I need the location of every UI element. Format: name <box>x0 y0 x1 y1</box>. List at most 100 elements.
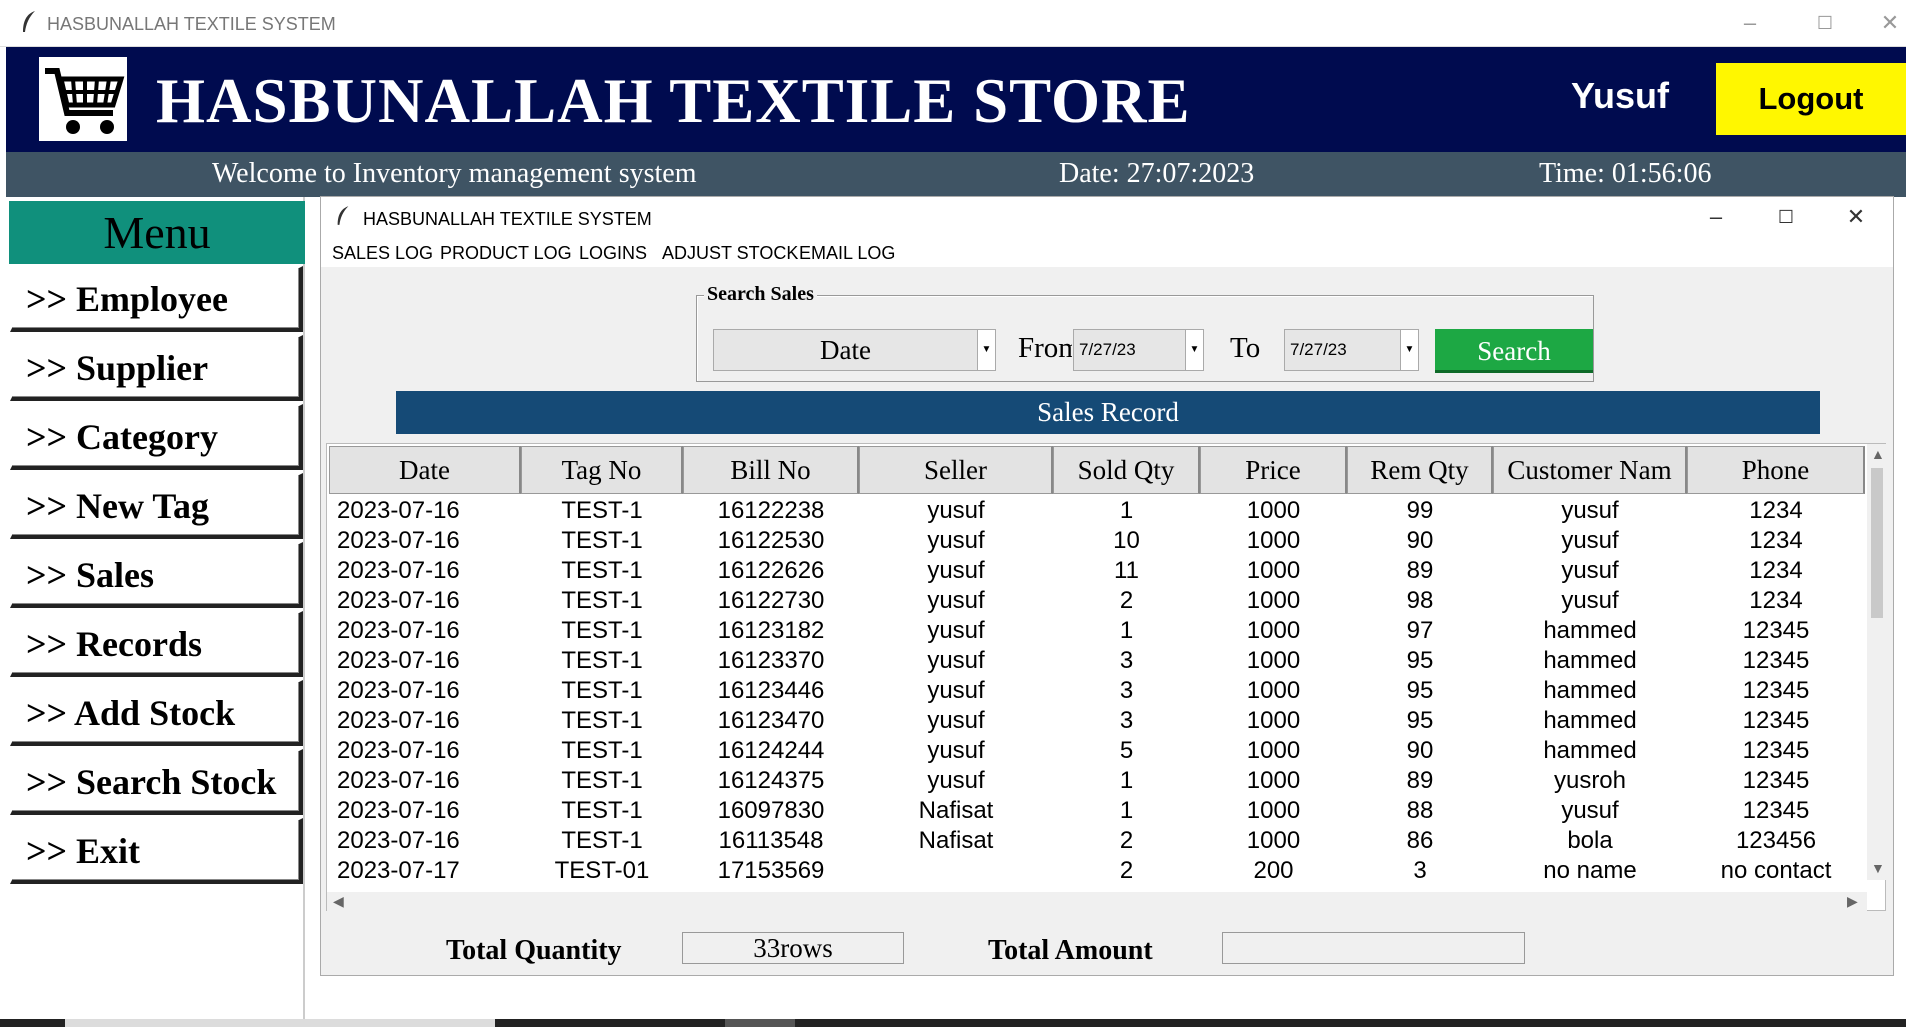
sidebar-item-add-stock[interactable]: >> Add Stock <box>10 680 303 746</box>
table-cell: TEST-1 <box>561 767 643 794</box>
taskbar-item[interactable] <box>65 1019 495 1027</box>
logout-button[interactable]: Logout <box>1716 63 1906 135</box>
table-cell: TEST-1 <box>561 527 643 554</box>
table-cell: 5 <box>1119 737 1134 764</box>
maximize-icon[interactable]: ☐ <box>1771 202 1801 232</box>
table-row[interactable]: 2023-07-16 TEST-1 16123182 yusuf 1 1000 97 hamm… <box>329 616 1865 646</box>
sidebar-item-exit[interactable]: >> Exit <box>10 818 303 884</box>
table-row[interactable]: 2023-07-16 TEST-1 16122626 yusuf 11 1000 89 yus… <box>329 556 1865 586</box>
table-row[interactable]: 2023-07-16 TEST-1 16124244 yusuf 5 1000 90 hamm… <box>329 736 1865 766</box>
table-cell: TEST-1 <box>561 497 643 524</box>
menu-sales-log[interactable]: SALES LOG <box>332 243 433 264</box>
sidebar-item-category[interactable]: >> Category <box>10 404 303 470</box>
table-cell: TEST-1 <box>561 737 643 764</box>
close-icon[interactable]: ✕ <box>1841 202 1871 232</box>
table-cell: hammed <box>1543 677 1637 704</box>
table-cell: yusuf <box>1561 497 1619 524</box>
sidebar-item-employee[interactable]: >> Employee <box>10 266 303 332</box>
table-cell: 200 <box>1253 857 1294 884</box>
sidebar-item-new-tag[interactable]: >> New Tag <box>10 473 303 539</box>
col-header-sold-qty[interactable]: Sold Qty <box>1053 446 1200 494</box>
table-cell: TEST-1 <box>561 587 643 614</box>
chevron-down-icon[interactable]: ▼ <box>977 330 995 370</box>
col-header-bill-no[interactable]: Bill No <box>683 446 859 494</box>
table-cell: 98 <box>1406 587 1434 614</box>
table-row[interactable]: 2023-07-16 TEST-1 16097830 Nafisat 1 1000 88 yu… <box>329 796 1865 826</box>
search-button[interactable]: Search <box>1435 329 1593 373</box>
menu-product-log[interactable]: PRODUCT LOG <box>440 243 572 264</box>
sidebar-item-sales[interactable]: >> Sales <box>10 542 303 608</box>
welcome-text: Welcome to Inventory management system <box>212 158 697 189</box>
from-date-picker[interactable]: 7/27/23 ▼ <box>1073 329 1204 371</box>
sidebar-item-search-stock[interactable]: >> Search Stock <box>10 749 303 815</box>
table-row[interactable]: 2023-07-16 TEST-1 16113548 Nafisat 2 1000 86 bo… <box>329 826 1865 856</box>
table-cell: hammed <box>1543 647 1637 674</box>
search-field-select[interactable]: Date ▼ <box>713 329 996 371</box>
table-row[interactable]: 2023-07-16 TEST-1 16123446 yusuf 3 1000 95 hamm… <box>329 676 1865 706</box>
col-header-customer-name[interactable]: Customer Nam <box>1493 446 1687 494</box>
table-cell: yusuf <box>927 737 985 764</box>
minimize-icon[interactable]: – <box>1735 8 1765 38</box>
col-header-rem-qty[interactable]: Rem Qty <box>1347 446 1493 494</box>
close-icon[interactable]: ✕ <box>1875 8 1905 38</box>
table-row[interactable]: 2023-07-16 TEST-1 16123370 yusuf 3 1000 95 hamm… <box>329 646 1865 676</box>
sales-log-window: HASBUNALLAH TEXTILE SYSTEM – ☐ ✕ SALES L… <box>320 196 1894 976</box>
table-cell: 10 <box>1113 527 1140 554</box>
menu-adjust-stock[interactable]: ADJUST STOCK <box>662 243 798 264</box>
vertical-scrollbar[interactable]: ▲ ▼ <box>1867 444 1887 880</box>
menu-bar: SALES LOG PRODUCT LOG LOGINS ADJUST STOC… <box>321 237 1893 267</box>
minimize-icon[interactable]: – <box>1701 202 1731 232</box>
time-text: Time: 01:56:06 <box>1539 158 1712 189</box>
table-cell: 2023-07-16 <box>337 557 460 584</box>
col-header-tag-no[interactable]: Tag No <box>521 446 683 494</box>
scroll-right-icon[interactable]: ▶ <box>1847 893 1858 910</box>
scroll-down-icon[interactable]: ▼ <box>1871 860 1885 876</box>
table-cell: 1000 <box>1246 707 1301 734</box>
taskbar-item[interactable] <box>725 1019 795 1027</box>
table-cell: TEST-01 <box>554 857 650 884</box>
scroll-up-icon[interactable]: ▲ <box>1871 446 1885 462</box>
col-header-phone[interactable]: Phone <box>1687 446 1865 494</box>
table-cell: TEST-1 <box>561 797 643 824</box>
table-cell: 1000 <box>1246 827 1301 854</box>
table-cell: 16123182 <box>717 617 825 644</box>
child-window-title: HASBUNALLAH TEXTILE SYSTEM <box>363 209 652 229</box>
table-cell: 16124244 <box>717 737 825 764</box>
table-cell: 3 <box>1119 647 1134 674</box>
chevron-down-icon[interactable]: ▼ <box>1400 330 1418 370</box>
table-cell: yusuf <box>927 767 985 794</box>
table-row[interactable]: 2023-07-16 TEST-1 16122730 yusuf 2 1000 98 yusu… <box>329 586 1865 616</box>
sidebar-item-records[interactable]: >> Records <box>10 611 303 677</box>
col-header-price[interactable]: Price <box>1200 446 1347 494</box>
table-row[interactable]: 2023-07-16 TEST-1 16122530 yusuf 10 1000 90 yus… <box>329 526 1865 556</box>
table-row[interactable]: 2023-07-16 TEST-1 16122238 yusuf 1 1000 99 yusu… <box>329 496 1865 526</box>
table-cell: 2023-07-16 <box>337 587 460 614</box>
table-cell: 1000 <box>1246 617 1301 644</box>
table-cell: 1 <box>1119 497 1134 524</box>
window-title: HASBUNALLAH TEXTILE SYSTEM <box>47 14 336 34</box>
cart-icon <box>39 57 127 141</box>
table-row[interactable]: 2023-07-16 TEST-1 16124375 yusuf 1 1000 89 yusr… <box>329 766 1865 796</box>
table-cell: 1000 <box>1246 767 1301 794</box>
to-date-picker[interactable]: 7/27/23 ▼ <box>1284 329 1419 371</box>
col-header-date[interactable]: Date <box>329 446 521 494</box>
table-cell: 1234 <box>1749 497 1803 524</box>
table-cell: 17153569 <box>717 857 825 884</box>
maximize-icon[interactable]: ☐ <box>1810 8 1840 38</box>
table-cell: 95 <box>1406 707 1434 734</box>
table-cell: 11 <box>1114 557 1139 584</box>
table-row[interactable]: 2023-07-17 TEST-01 17153569 2 200 3 no name no … <box>329 856 1865 886</box>
table-cell: hammed <box>1543 707 1637 734</box>
chevron-down-icon[interactable]: ▼ <box>1185 330 1203 370</box>
table-cell: 90 <box>1406 527 1434 554</box>
col-header-seller[interactable]: Seller <box>859 446 1053 494</box>
table-cell: 3 <box>1119 677 1134 704</box>
table-row[interactable]: 2023-07-16 TEST-1 16123470 yusuf 3 1000 95 hamm… <box>329 706 1865 736</box>
sidebar-item-supplier[interactable]: >> Supplier <box>10 335 303 401</box>
scrollbar-thumb[interactable] <box>1871 468 1883 618</box>
menu-logins[interactable]: LOGINS <box>579 243 647 264</box>
table-cell: 12345 <box>1742 617 1810 644</box>
scroll-left-icon[interactable]: ◀ <box>333 893 344 910</box>
menu-email-log[interactable]: EMAIL LOG <box>799 243 895 264</box>
horizontal-scrollbar[interactable]: ◀ ▶ <box>327 892 1867 912</box>
